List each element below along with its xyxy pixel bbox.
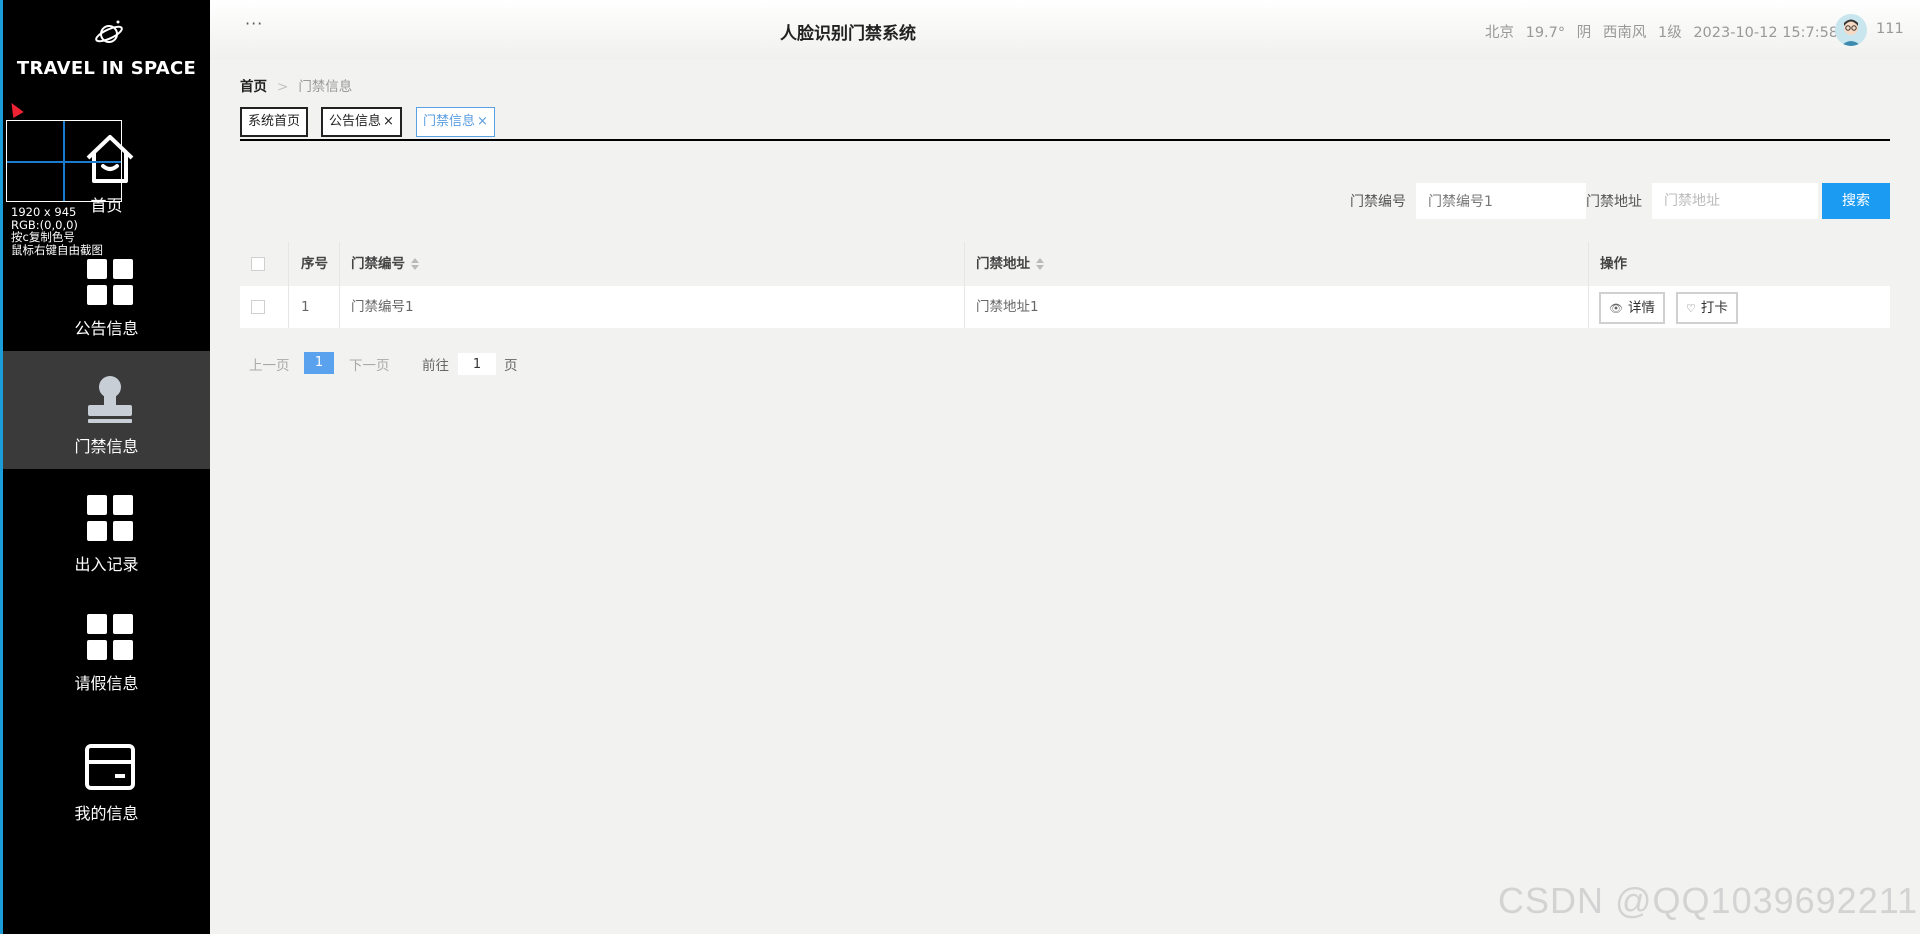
ruler-info: 1920 x 945 RGB:(0,0,0) 按c复制色号 鼠标右键自由截图 — [11, 206, 103, 256]
column-divider — [964, 286, 965, 328]
row-checkbox[interactable] — [251, 300, 265, 314]
checkin-button-label: 打卡 — [1700, 300, 1728, 316]
screen-ruler-overlay — [6, 120, 122, 202]
ruler-info-line: 按c复制色号 — [11, 230, 75, 245]
grid-icon — [87, 259, 133, 305]
brand-title: TRAVEL IN SPACE — [16, 58, 197, 79]
sidebar-item-label: 公告信息 — [74, 319, 139, 338]
column-divider — [1588, 286, 1589, 328]
search-button[interactable]: 搜索 — [1822, 183, 1890, 219]
sidebar-item-label: 出入记录 — [74, 555, 139, 574]
close-icon[interactable]: × — [383, 114, 394, 129]
page-title: 人脸识别门禁系统 — [780, 24, 916, 44]
search-code-input[interactable] — [1416, 183, 1586, 219]
column-divider — [1588, 242, 1589, 286]
goto-page-input[interactable] — [458, 353, 496, 375]
ruler-crosshair-v — [63, 121, 65, 201]
page-unit-label: 页 — [504, 358, 518, 374]
tab-announcements[interactable]: 公告信息 × — [321, 107, 402, 137]
watermark: CSDN @QQ1039692211 — [1498, 880, 1919, 921]
column-divider — [339, 286, 340, 328]
grid-icon — [87, 614, 133, 660]
table-header-row: 序号 门禁编号 门禁地址 操作 — [240, 242, 1890, 286]
card-icon — [85, 744, 135, 790]
column-header-address[interactable]: 门禁地址 — [976, 242, 1044, 286]
username[interactable]: 111 — [1876, 21, 1904, 37]
sort-icon[interactable] — [411, 257, 419, 271]
more-icon[interactable]: ··· — [245, 14, 263, 33]
detail-button-label: 详情 — [1627, 300, 1655, 316]
access-table: 序号 门禁编号 门禁地址 操作 1 门禁编号1 门禁地址1 👁 详情 ♡ 打卡 — [240, 242, 1890, 330]
user-avatar-icon — [1835, 14, 1867, 46]
checkin-button[interactable]: ♡ 打卡 — [1676, 292, 1738, 324]
detail-button[interactable]: 👁 详情 — [1599, 292, 1665, 324]
search-address-input[interactable] — [1652, 183, 1818, 219]
breadcrumb-current: 门禁信息 — [298, 79, 353, 95]
page-number-current[interactable]: 1 — [304, 352, 334, 374]
column-divider — [288, 242, 289, 286]
heart-icon: ♡ — [1686, 302, 1696, 315]
prev-page-button[interactable]: 上一页 — [249, 354, 290, 374]
sidebar-item-label: 我的信息 — [74, 804, 139, 823]
select-all-checkbox[interactable] — [251, 257, 265, 271]
breadcrumb-home[interactable]: 首页 — [240, 79, 267, 95]
close-icon[interactable]: × — [477, 114, 488, 129]
sidebar-item-records[interactable]: 出入记录 — [3, 469, 210, 587]
column-header-label: 门禁编号 — [351, 256, 405, 272]
tab-bar: 系统首页 公告信息 × 门禁信息 × — [240, 107, 1890, 141]
cell-address: 门禁地址1 — [976, 299, 1039, 315]
weather-info: 北京 19.7° 阴 西南风 1级 2023-10-12 15:7:58 — [1485, 21, 1845, 42]
sidebar-item-access[interactable]: 门禁信息 — [3, 351, 210, 469]
planet-icon — [95, 20, 123, 43]
column-header-code[interactable]: 门禁编号 — [351, 242, 419, 286]
avatar[interactable] — [1835, 14, 1867, 46]
eye-icon: 👁 — [1609, 302, 1623, 315]
search-address-label: 门禁地址 — [1586, 194, 1642, 210]
current-datetime: 2023-10-12 15:7:58 — [1693, 25, 1839, 41]
weather-level: 1级 — [1657, 25, 1682, 41]
weather-condition: 阴 — [1576, 25, 1592, 41]
cell-code: 门禁编号1 — [351, 299, 414, 315]
tab-label: 门禁信息 — [423, 114, 476, 129]
sidebar-item-leave[interactable]: 请假信息 — [3, 588, 210, 706]
column-divider — [339, 242, 340, 286]
tab-label: 公告信息 — [329, 114, 382, 129]
cell-index: 1 — [301, 299, 310, 315]
breadcrumb-separator: > — [277, 79, 289, 95]
column-header-label: 门禁地址 — [976, 256, 1030, 272]
weather-wind: 西南风 — [1602, 25, 1647, 41]
column-header-index: 序号 — [301, 256, 328, 272]
ruler-info-line: 鼠标右键自由截图 — [11, 242, 103, 257]
weather-temp: 19.7° — [1525, 25, 1566, 41]
tab-system-home[interactable]: 系统首页 — [240, 107, 309, 137]
breadcrumb: 首页 > 门禁信息 — [240, 75, 352, 95]
column-header-actions: 操作 — [1600, 256, 1627, 272]
tab-access-info[interactable]: 门禁信息 × — [416, 107, 495, 137]
top-header: ··· 人脸识别门禁系统 北京 19.7° 阴 西南风 1级 2023-10-1… — [210, 0, 1920, 60]
stamp-icon — [88, 376, 132, 423]
column-divider — [964, 242, 965, 286]
next-page-button[interactable]: 下一页 — [349, 354, 390, 374]
goto-label: 前往 — [422, 358, 449, 374]
sidebar-item-profile[interactable]: 我的信息 — [3, 718, 210, 836]
table-row: 1 门禁编号1 门禁地址1 👁 详情 ♡ 打卡 — [240, 286, 1890, 328]
grid-icon — [87, 495, 133, 541]
column-divider — [288, 286, 289, 328]
search-code-label: 门禁编号 — [1350, 194, 1406, 210]
brand: TRAVEL IN SPACE — [3, 0, 210, 100]
sort-icon[interactable] — [1036, 257, 1044, 271]
sidebar-item-label: 门禁信息 — [74, 437, 139, 456]
weather-city: 北京 — [1485, 25, 1514, 41]
ruler-info-line: 1920 x 945 — [11, 205, 77, 219]
sidebar-item-label: 请假信息 — [74, 674, 139, 693]
tab-label: 系统首页 — [248, 114, 301, 129]
